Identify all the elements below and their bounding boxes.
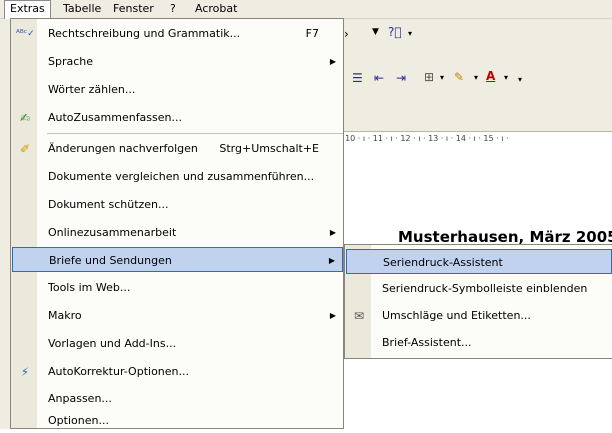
menu-tabelle[interactable]: Tabelle [58, 1, 106, 17]
menu-item-label: Dokument schützen... [48, 198, 169, 211]
menu-acrobat[interactable]: Acrobat [190, 1, 242, 17]
menu-item-label: Rechtschreibung und Grammatik... [48, 27, 241, 40]
menu-item-label: Sprache [48, 55, 94, 68]
highlight-dropdown-icon[interactable]: ▾ [474, 73, 478, 82]
menu-item-label: Dokumente vergleichen und zusammenführen… [48, 170, 315, 183]
menu-item-templates[interactable]: Vorlagen und Add-Ins... [12, 331, 343, 356]
menu-item-letters-mailings[interactable]: Briefe und Sendungen ▶ [12, 247, 343, 272]
menu-item-label: AutoKorrektur-Optionen... [48, 365, 190, 378]
menu-item-shortcut: F7 [305, 27, 319, 40]
menu-item-label: Makro [48, 309, 82, 322]
spellcheck-icon: ᴬᴮᶜ✓ [16, 29, 35, 39]
menu-extras[interactable]: Extras [4, 0, 51, 19]
separator-dot-icon: › [344, 27, 349, 41]
menu-item-shortcut: Strg+Umschalt+E [219, 142, 319, 155]
submenu-arrow-icon: ▶ [329, 57, 336, 66]
toolbar-options-icon[interactable]: ▾ [518, 75, 522, 84]
menu-item-autocorrect[interactable]: ⚡ AutoKorrektur-Optionen... [12, 359, 343, 384]
toolbar-options-icon[interactable]: ▾ [408, 29, 412, 38]
border-dropdown-icon[interactable]: ▾ [440, 73, 444, 82]
menu-item-autosummarize[interactable]: ✍ AutoZusammenfassen... [12, 105, 343, 130]
menu-fenster[interactable]: Fenster [108, 1, 159, 17]
decrease-indent-icon[interactable]: ⇤ [374, 71, 384, 85]
menu-item-sprache[interactable]: Sprache ▶ [12, 49, 343, 74]
menu-item-track-changes[interactable]: ✐ Änderungen nachverfolgen Strg+Umschalt… [12, 136, 343, 161]
submenu-arrow-icon: ▶ [329, 311, 336, 320]
toolbar-formatting: ☰ ⇤ ⇥ ⊞ ▾ ✎ ▾ A ▾ ▾ [340, 69, 612, 95]
extras-menu: ᴬᴮᶜ✓ Rechtschreibung und Grammatik... F7… [10, 18, 344, 429]
submenu-item-letter-wizard[interactable]: Brief-Assistent... [346, 330, 612, 355]
ruler: · 10 · ı · 11 · ı · 12 · ı · 13 · ı · 14… [340, 131, 612, 147]
menu-bar: Extras Tabelle Fenster ? Acrobat [0, 0, 612, 19]
menu-item-compare-merge[interactable]: Dokumente vergleichen und zusammenführen… [12, 164, 343, 189]
autocorrect-icon: ⚡ [20, 365, 30, 379]
menu-item-label: Onlinezusammenarbeit [48, 226, 177, 239]
help-icon[interactable]: ?⃝ [388, 25, 402, 39]
menu-item-label: Wörter zählen... [48, 83, 136, 96]
letters-mailings-submenu: Seriendruck-Assistent Seriendruck-Symbol… [344, 244, 612, 359]
menu-item-label: Seriendruck-Symbolleiste einblenden [382, 282, 588, 295]
submenu-item-envelopes-labels[interactable]: ✉ Umschläge und Etiketten... [346, 303, 612, 328]
menu-item-label: Brief-Assistent... [382, 336, 472, 349]
left-window-edge [0, 19, 10, 429]
menu-item-protect[interactable]: Dokument schützen... [12, 192, 343, 217]
toolbar-standard: › ▼ ?⃝ ▾ [340, 25, 612, 51]
bullet-list-icon[interactable]: ☰ [352, 71, 363, 85]
menu-item-tools-web[interactable]: Tools im Web... [12, 275, 343, 300]
font-color-dropdown-icon[interactable]: ▾ [504, 73, 508, 82]
menu-item-label: Umschläge und Etiketten... [382, 309, 531, 322]
menu-item-word-count[interactable]: Wörter zählen... [12, 77, 343, 102]
menu-item-label: Optionen... [48, 414, 109, 427]
menu-item-label: AutoZusammenfassen... [48, 111, 182, 124]
menu-item-online-collab[interactable]: Onlinezusammenarbeit ▶ [12, 220, 343, 245]
toolbar-area: › ▼ ?⃝ ▾ ☰ ⇤ ⇥ ⊞ ▾ ✎ ▾ A ▾ ▾ [340, 19, 612, 131]
autosummarize-icon: ✍ [19, 111, 31, 125]
menu-item-label: Vorlagen und Add-Ins... [48, 337, 177, 350]
submenu-arrow-icon: ▶ [328, 256, 335, 265]
menu-help[interactable]: ? [165, 1, 181, 17]
submenu-item-mailmerge-wizard[interactable]: Seriendruck-Assistent [346, 249, 612, 274]
menu-item-spelling[interactable]: ᴬᴮᶜ✓ Rechtschreibung und Grammatik... F7 [12, 21, 343, 46]
font-color-icon[interactable]: A [486, 69, 495, 83]
border-icon[interactable]: ⊞ [424, 70, 434, 84]
menu-item-options[interactable]: Optionen... [12, 408, 343, 433]
menu-item-label: Seriendruck-Assistent [383, 256, 503, 269]
submenu-item-mailmerge-toolbar[interactable]: Seriendruck-Symbolleiste einblenden [346, 276, 612, 301]
submenu-arrow-icon: ▶ [329, 228, 336, 237]
dropdown-arrow-icon[interactable]: ▼ [372, 27, 379, 37]
ruler-ticks: · 10 · ı · 11 · ı · 12 · ı · 13 · ı · 14… [340, 134, 509, 143]
highlight-icon[interactable]: ✎ [454, 70, 464, 84]
menu-separator [47, 133, 343, 134]
menu-item-label: Tools im Web... [48, 281, 131, 294]
menu-item-makro[interactable]: Makro ▶ [12, 303, 343, 328]
track-changes-icon: ✐ [19, 142, 31, 156]
increase-indent-icon[interactable]: ⇥ [396, 71, 406, 85]
envelope-icon: ✉ [353, 309, 365, 323]
menu-item-label: Briefe und Sendungen [49, 254, 172, 267]
menu-item-label: Änderungen nachverfolgen [48, 142, 198, 155]
